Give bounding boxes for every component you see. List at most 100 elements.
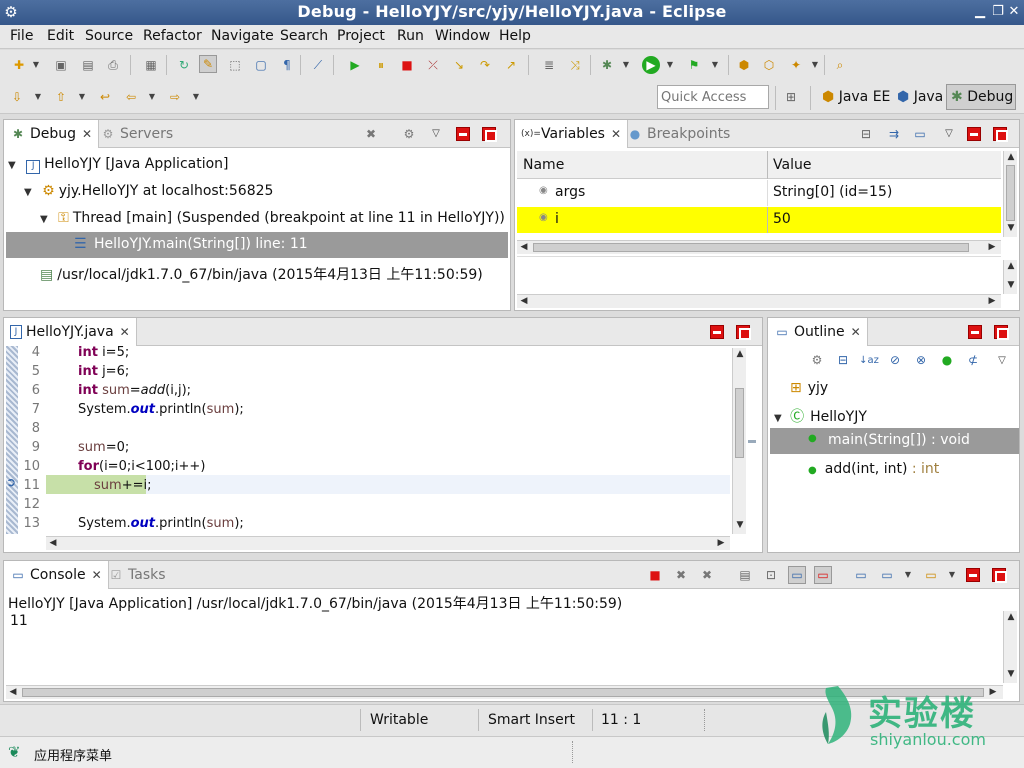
hide-local-types-icon[interactable]: ⊄	[964, 351, 982, 369]
tree-item-app[interactable]: ▼ J HelloYJY [Java Application]	[8, 156, 229, 174]
skip-all-icon[interactable]: ⟋	[309, 56, 327, 74]
tree-item-process[interactable]: ▤/usr/local/jdk1.7.0_67/bin/java (2015年4…	[40, 264, 483, 284]
code-area[interactable]: 4 int i=5; 5 int j=6; 6 int sum=add(i,j)…	[4, 342, 734, 534]
use-step-filters-icon[interactable]: ⤨	[566, 56, 584, 74]
collapse-all-icon[interactable]: ⇉	[885, 125, 903, 143]
show-type-names-icon[interactable]: ⊟	[857, 125, 875, 143]
scroll-left-icon[interactable]: ◀	[46, 538, 60, 548]
view-menu-dropdown-icon[interactable]: ▽	[432, 128, 440, 139]
variables-horizontal-scrollbar[interactable]: ◀ ▶	[517, 240, 1001, 254]
collapse-icon[interactable]: ▼	[24, 187, 32, 198]
tab-tasks[interactable]: ☑ Tasks	[102, 561, 172, 589]
scroll-right-icon[interactable]: ▶	[985, 242, 999, 252]
tree-item-vm[interactable]: ▼ ⚙ yjy.HelloYJY at localhost:56825	[24, 183, 273, 199]
open-type-icon[interactable]: ⬡	[760, 56, 778, 74]
scroll-lock-icon[interactable]: ⊡	[762, 566, 780, 584]
binary-icon[interactable]: ▦	[142, 56, 160, 74]
previous-annotation-icon[interactable]: ⇧	[52, 88, 70, 106]
run-icon[interactable]: ▶	[642, 56, 660, 74]
hide-non-public-icon[interactable]: ●	[938, 351, 956, 369]
perspective-java[interactable]: ⬢ Java	[897, 89, 943, 105]
pin-console-icon[interactable]: ▭	[852, 566, 870, 584]
hide-static-icon[interactable]: ⊗	[912, 351, 930, 369]
scroll-down-icon[interactable]: ▼	[1004, 223, 1018, 233]
scroll-right-icon[interactable]: ▶	[714, 538, 728, 548]
minimize-icon[interactable]	[966, 568, 980, 582]
column-value[interactable]: Value	[773, 157, 811, 173]
table-row[interactable]: ◉ i 50	[517, 207, 1001, 233]
step-return-icon[interactable]: ↗	[502, 56, 520, 74]
editor-vertical-scrollbar[interactable]: ▲ ▼	[732, 348, 746, 534]
tree-item-frame[interactable]: ☰ HelloYJY.main(String[]) line: 11	[6, 232, 508, 258]
scroll-right-icon[interactable]: ▶	[985, 296, 999, 306]
collapse-icon[interactable]: ▼	[8, 160, 16, 171]
scroll-left-icon[interactable]: ◀	[6, 687, 20, 697]
close-icon[interactable]: ✕	[120, 325, 130, 339]
application-menu[interactable]: 应用程序菜单	[34, 745, 112, 764]
last-edit-location-icon[interactable]: ↩	[96, 88, 114, 106]
open-console-icon[interactable]: ▭	[922, 566, 940, 584]
scroll-left-icon[interactable]: ◀	[517, 296, 531, 306]
skip-breakpoints-icon[interactable]: ↻	[175, 56, 193, 74]
step-into-icon[interactable]: ↘	[450, 56, 468, 74]
scroll-down-icon[interactable]: ▼	[1004, 669, 1018, 679]
layout-icon[interactable]: ▭	[911, 125, 929, 143]
open-console-dropdown-icon[interactable]: ▼	[948, 570, 956, 579]
outline-item-package[interactable]: ⊞ yjy	[790, 380, 828, 396]
menu-project[interactable]: Project	[337, 28, 385, 44]
maximize-icon[interactable]	[736, 325, 751, 340]
menu-file[interactable]: File	[10, 28, 33, 44]
scroll-right-icon[interactable]: ▶	[986, 687, 1000, 697]
overview-ruler-marker[interactable]	[748, 440, 756, 443]
perspective-java-ee[interactable]: ⬢ Java EE	[822, 89, 890, 105]
minimize-window-button[interactable]: ▁	[972, 4, 988, 20]
scroll-left-icon[interactable]: ◀	[517, 242, 531, 252]
view-menu-icon[interactable]: ⚙	[400, 125, 418, 143]
tab-breakpoints[interactable]: ● Breakpoints	[621, 120, 736, 148]
console-horizontal-scrollbar[interactable]: ◀ ▶	[6, 685, 1003, 699]
sort-icon[interactable]: ↓az	[859, 351, 879, 369]
menu-source[interactable]: Source	[85, 28, 133, 44]
menu-navigate[interactable]: Navigate	[211, 28, 274, 44]
disconnect-icon[interactable]: ⤫	[424, 56, 442, 74]
collapse-icon[interactable]: ▼	[40, 214, 48, 225]
tree-item-thread[interactable]: ▼ ⚿ Thread [main] (Suspended (breakpoint …	[40, 210, 505, 226]
paint-icon[interactable]: ⬚	[226, 56, 244, 74]
clear-console-icon[interactable]: ▤	[736, 566, 754, 584]
print-icon[interactable]: ⎙	[104, 56, 122, 74]
back-icon[interactable]: ⇦	[122, 88, 140, 106]
scroll-up-icon[interactable]: ▲	[1004, 612, 1018, 622]
detail-horizontal-scrollbar[interactable]: ◀ ▶	[517, 294, 1001, 308]
save-all-icon[interactable]: ▤	[79, 56, 97, 74]
maximize-icon[interactable]	[992, 568, 1007, 583]
resume-icon[interactable]: ▶	[346, 56, 364, 74]
tab-servers[interactable]: ⚙ Servers	[94, 120, 179, 148]
close-icon[interactable]: ✕	[82, 127, 92, 141]
quick-access-input[interactable]	[657, 85, 769, 109]
remove-launch-icon[interactable]: ✖	[672, 566, 690, 584]
remove-all-terminated-icon[interactable]: ✖	[362, 125, 380, 143]
next-annotation-dropdown-icon[interactable]: ▼	[34, 92, 42, 101]
maximize-icon[interactable]	[993, 127, 1008, 142]
view-menu-dropdown-icon[interactable]: ▽	[945, 128, 953, 139]
task-dropdown-icon[interactable]: ▼	[811, 60, 819, 69]
drop-to-frame-icon[interactable]: ≣	[540, 56, 558, 74]
minimize-icon[interactable]	[456, 127, 470, 141]
outline-item-main[interactable]: ● main(String[]) : void	[770, 428, 1019, 454]
new-icon[interactable]: ✚	[10, 56, 28, 74]
open-task-icon[interactable]: ✦	[787, 56, 805, 74]
menu-window[interactable]: Window	[435, 28, 490, 44]
run-dropdown-icon[interactable]: ▼	[666, 60, 674, 69]
application-menu-icon[interactable]: ❦	[8, 743, 21, 761]
outline-item-add[interactable]: ● add(int, int) : int	[808, 461, 939, 477]
close-icon[interactable]: ✕	[611, 127, 621, 141]
show-on-stderr-icon[interactable]: ▭	[814, 566, 832, 584]
collapse-icon[interactable]: ▼	[774, 413, 782, 424]
table-row[interactable]: ◉ args String[0] (id=15)	[517, 180, 1001, 206]
step-over-icon[interactable]: ↷	[476, 56, 494, 74]
search-icon[interactable]: ⌕	[831, 56, 849, 74]
minimize-icon[interactable]	[967, 127, 981, 141]
console-output[interactable]: 11	[10, 613, 28, 629]
close-icon[interactable]: ✕	[851, 325, 861, 339]
view-menu-dropdown-icon[interactable]: ▽	[998, 355, 1006, 366]
